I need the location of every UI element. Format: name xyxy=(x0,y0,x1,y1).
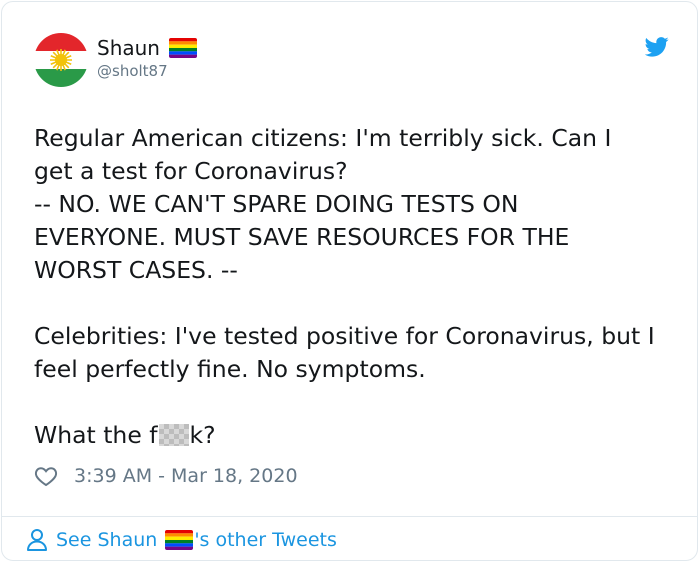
tweet-text: Regular American citizens: I'm terribly … xyxy=(34,122,684,452)
author-name-row: Shaun xyxy=(97,35,197,61)
rainbow-flag-icon xyxy=(168,38,197,58)
tweet-text-line: Regular American citizens: I'm terribly … xyxy=(34,124,612,152)
author-handle[interactable]: @sholt87 xyxy=(97,62,168,80)
last-line-end: k? xyxy=(189,421,216,449)
see-other-tweets-link[interactable]: See Shaun 's other Tweets xyxy=(26,526,337,554)
pixelated-censor-icon xyxy=(158,424,189,446)
tweet-timestamp[interactable]: 3:39 AM - Mar 18, 2020 xyxy=(74,465,298,487)
tweet-text-line: -- NO. WE CAN'T SPARE DOING TESTS ON xyxy=(34,190,519,218)
tweet-meta-row: 3:39 AM - Mar 18, 2020 xyxy=(34,462,298,490)
see-other-tweets-prefix: See Shaun xyxy=(56,529,158,551)
heart-icon[interactable] xyxy=(34,464,58,488)
avatar[interactable] xyxy=(34,33,88,87)
person-icon xyxy=(27,529,47,551)
kurdistan-flag-avatar-icon xyxy=(34,33,88,87)
tweet-text-line: Celebrities: I've tested positive for Co… xyxy=(34,322,655,350)
tweet-text-line: WORST CASES. -- xyxy=(34,256,238,284)
tweet-card: Shaun @sholt87 Regular American citizens… xyxy=(1,1,698,561)
tweet-text-line: feel perfectly fine. No symptoms. xyxy=(34,355,426,383)
divider xyxy=(2,516,697,517)
twitter-bird-icon[interactable] xyxy=(645,37,669,57)
last-line-start: What the f xyxy=(34,421,158,449)
tweet-text-line: EVERYONE. MUST SAVE RESOURCES FOR THE xyxy=(34,223,570,251)
tweet-text-line xyxy=(34,287,684,320)
tweet-text-last-line: What the f k? xyxy=(34,419,684,452)
tweet-text-line xyxy=(34,386,684,419)
tweet-text-line: get a test for Coronavirus? xyxy=(34,157,348,185)
see-other-tweets-suffix: 's other Tweets xyxy=(194,529,337,551)
author-display-name[interactable]: Shaun xyxy=(97,36,160,60)
rainbow-flag-icon xyxy=(165,530,194,550)
